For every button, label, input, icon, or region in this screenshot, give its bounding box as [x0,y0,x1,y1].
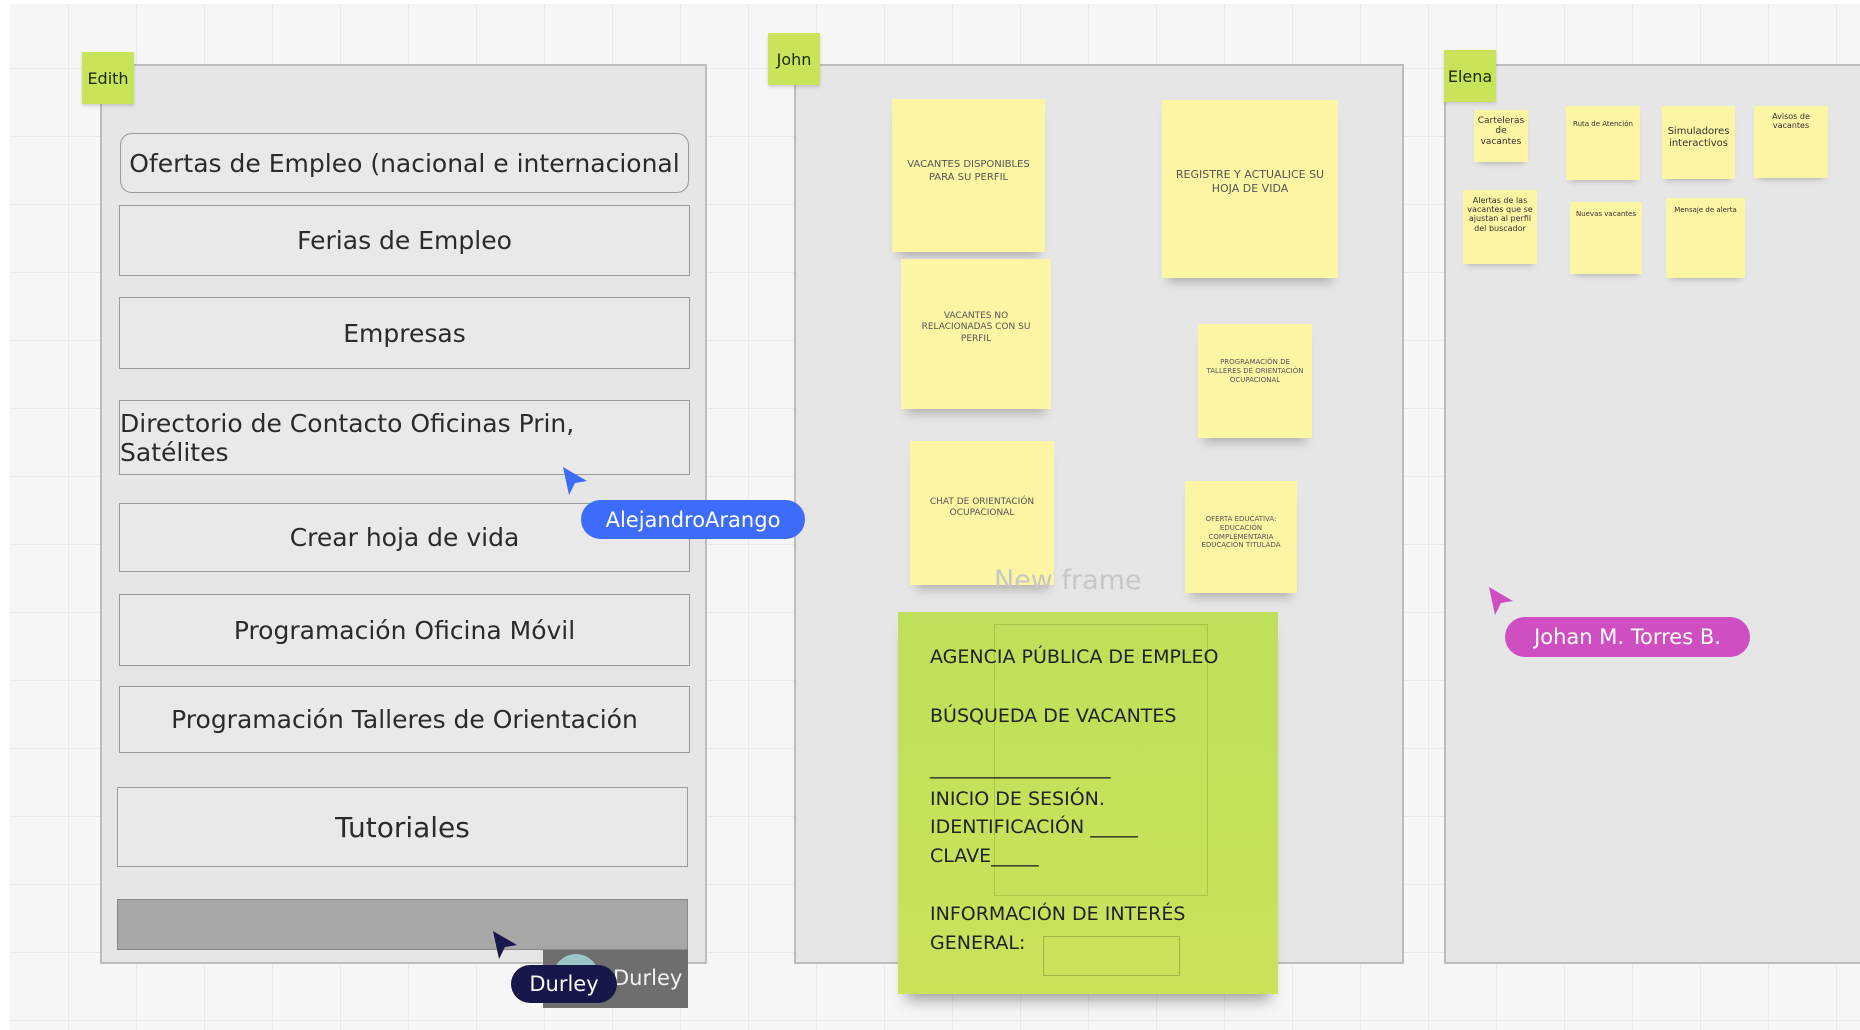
note-line-rule: ___________________ [930,757,1111,779]
menu-ofertas-empleo[interactable]: Ofertas de Empleo (nacional e internacio… [120,133,689,193]
note-line-busqueda: BÚSQUEDA DE VACANTES [930,705,1177,727]
sticky-note[interactable]: CHAT DE ORIENTACIÓN OCUPACIONAL [910,441,1054,585]
sticky-note-small[interactable]: Alertas de las vacantes que se ajustan a… [1463,190,1537,264]
sticky-note-small[interactable]: Mensaje de alerta [1666,198,1745,278]
sticky-note-small[interactable]: Carteleras de vacantes [1474,110,1528,162]
menu-directorio-contacto[interactable]: Directorio de Contacto Oficinas Prin, Sa… [119,400,690,475]
gray-bar[interactable] [117,899,688,950]
cursor-label-durley: Durley [511,965,617,1003]
avatar-name: Durley [613,966,683,990]
sticky-note-small[interactable]: Avisos de vacantes [1754,106,1828,178]
sticky-note[interactable]: PROGRAMACIÓN DE TALLERES DE ORIENTACIÓN … [1198,324,1312,438]
sticky-note[interactable]: OFERTA EDUCATIVA: EDUCACIÓN COMPLEMENTAR… [1185,481,1297,593]
sticky-note-small[interactable]: Nuevas vacantes [1570,202,1642,274]
cursor-label-alejandro: AlejandroArango [581,500,805,539]
sticky-note-small[interactable]: Simuladores interactivos [1662,106,1735,179]
note-line-general: GENERAL: [930,932,1026,954]
cursor-durley-icon [493,931,517,959]
green-note-agencia[interactable]: AGENCIA PÚBLICA DE EMPLEO BÚSQUEDA DE VA… [898,612,1278,994]
canvas-top-edge [0,0,1860,4]
frame-tag-john[interactable]: John [768,33,820,85]
frame-tag-edith[interactable]: Edith [82,52,134,104]
general-input-box[interactable] [1043,936,1180,976]
note-line-agencia: AGENCIA PÚBLICA DE EMPLEO [930,646,1219,668]
menu-ferias-empleo[interactable]: Ferias de Empleo [119,205,690,276]
menu-empresas[interactable]: Empresas [119,297,690,369]
cursor-johan-icon [1489,587,1513,615]
sticky-note[interactable]: VACANTES DISPONIBLES PARA SU PERFIL [892,99,1045,252]
note-line-informacion: INFORMACIÓN DE INTERÉS [930,903,1186,925]
frame-tag-elena[interactable]: Elena [1444,50,1496,102]
menu-talleres-orientacion[interactable]: Programación Talleres de Orientación [119,686,690,753]
note-line-clave: CLAVE_____ [930,845,1039,867]
canvas-left-edge [0,0,10,1030]
sticky-note-small[interactable]: Ruta de Atención [1566,106,1640,180]
menu-tutoriales[interactable]: Tutoriales [117,787,688,867]
sticky-note[interactable]: VACANTES NO RELACIONADAS CON SU PERFIL [901,259,1051,409]
note-line-inicio-sesion: INICIO DE SESIÓN. [930,788,1105,810]
cursor-label-johan: Johan M. Torres B. [1505,617,1750,657]
note-line-identificacion: IDENTIFICACIÓN _____ [930,816,1138,838]
cursor-alejandro-icon [563,467,587,495]
menu-oficina-movil[interactable]: Programación Oficina Móvil [119,594,690,666]
frame-caption-new-frame[interactable]: New frame [994,565,1142,596]
sticky-note[interactable]: REGISTRE Y ACTUALICE SU HOJA DE VIDA [1162,100,1338,278]
